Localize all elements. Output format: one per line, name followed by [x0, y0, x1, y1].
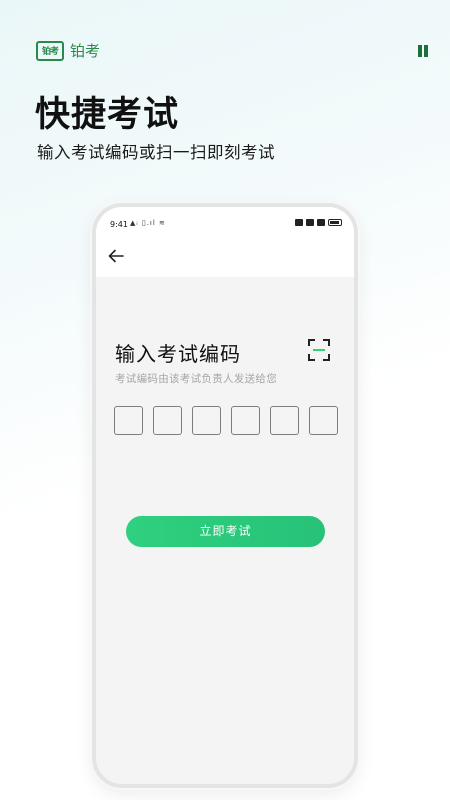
status-bar: 9:41 ▲ᵢ ▯.ıl ≋	[96, 207, 354, 235]
hero-title: 快捷考试	[35, 95, 180, 135]
brand-logo-icon: 铂考	[36, 40, 64, 61]
status-left-icons: ▲ᵢ ▯.ıl ≋	[130, 219, 166, 227]
code-digit-box[interactable]	[114, 406, 143, 435]
code-digit-box[interactable]	[270, 406, 299, 435]
battery-icon	[328, 219, 342, 226]
app-bar	[96, 235, 354, 277]
page-hint: 考试编码由该考试负责人发送给您	[115, 373, 277, 385]
brand: 铂考 铂考	[36, 40, 100, 61]
alarm-icon	[295, 219, 303, 226]
code-digit-box[interactable]	[231, 406, 260, 435]
status-right-icons	[295, 219, 342, 226]
wifi-icon	[317, 219, 325, 226]
page-title: 输入考试编码	[115, 342, 241, 366]
status-time: 9:41	[110, 220, 128, 229]
code-digit-box[interactable]	[309, 406, 338, 435]
phone-mockup: 9:41 ▲ᵢ ▯.ıl ≋ 输入考试编码 考试编码由该考试负责人发送给您 立即…	[92, 203, 358, 788]
back-arrow-icon[interactable]	[108, 249, 124, 263]
exam-code-input[interactable]	[114, 406, 338, 435]
brand-logo-text: 铂考	[41, 47, 59, 57]
code-digit-box[interactable]	[192, 406, 221, 435]
hero-subtitle: 输入考试编码或扫一扫即刻考试	[37, 143, 275, 162]
signal-icon	[306, 219, 314, 226]
start-exam-button[interactable]: 立即考试	[126, 516, 325, 547]
pause-icon[interactable]	[418, 45, 428, 57]
scan-icon[interactable]	[307, 338, 331, 362]
brand-name: 铂考	[70, 42, 101, 60]
code-digit-box[interactable]	[153, 406, 182, 435]
